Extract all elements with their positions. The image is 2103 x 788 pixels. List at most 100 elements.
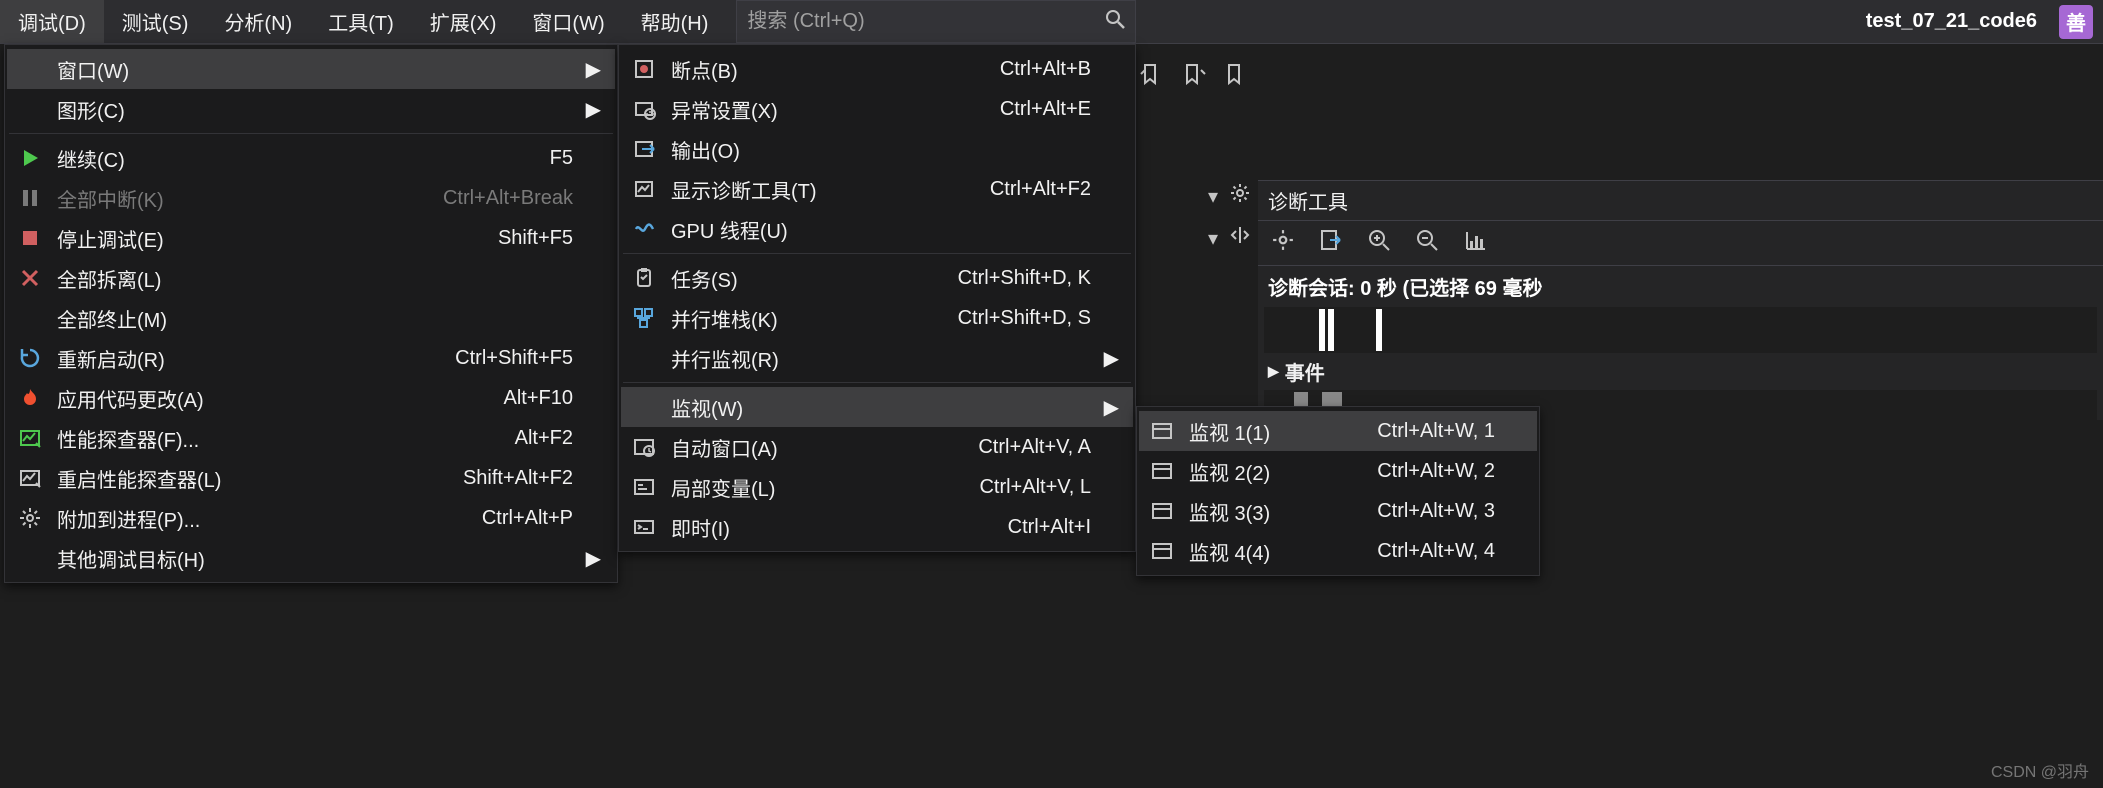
menu-item-shortcut: Ctrl+Alt+B <box>1000 58 1091 81</box>
menu-item-label: 停止调试(E) <box>57 224 164 253</box>
menu-item-label: 性能探查器(F)... <box>57 424 199 453</box>
menu-item-label: 局部变量(L) <box>671 473 775 502</box>
menu-item[interactable]: 重新启动(R) Ctrl+Shift+F5 <box>7 338 615 378</box>
project-name: test_07_21_code6 <box>1854 6 2049 37</box>
chart-icon[interactable] <box>1464 229 1486 257</box>
gear-icon[interactable] <box>1230 183 1250 209</box>
menu-item-label: 并行堆栈(K) <box>671 304 778 333</box>
menu-item[interactable]: 即时(I) Ctrl+Alt+I <box>621 507 1133 547</box>
menu-item[interactable]: 停止调试(E) Shift+F5 <box>7 218 615 258</box>
menu-item-shortcut: Ctrl+Alt+V, A <box>978 436 1091 459</box>
menu-item-label: 自动窗口(A) <box>671 433 778 462</box>
watch-dropdown: 监视 1(1) Ctrl+Alt+W, 1 监视 2(2) Ctrl+Alt+W… <box>1136 406 1540 576</box>
bp-icon <box>627 52 661 86</box>
menu-item-label: 应用代码更改(A) <box>57 384 204 413</box>
menu-item-label: 重启性能探查器(L) <box>57 464 221 493</box>
pause-icon <box>13 181 47 215</box>
menu-item[interactable]: 窗口(W) ▶ <box>7 49 615 89</box>
menu-item-shortcut: Shift+F5 <box>498 227 573 250</box>
menu-item[interactable]: 并行监视(R) ▶ <box>621 338 1133 378</box>
menu-item-shortcut: Ctrl+Alt+E <box>1000 98 1091 121</box>
menu-tools[interactable]: 工具(T) <box>310 0 412 43</box>
menu-item-shortcut: Ctrl+Alt+W, 2 <box>1377 460 1495 483</box>
stop-icon <box>13 221 47 255</box>
search-box[interactable] <box>736 0 1136 43</box>
diagnostics-timeline[interactable] <box>1264 307 2097 353</box>
menu-analyze[interactable]: 分析(N) <box>206 0 310 43</box>
menu-item[interactable]: 监视 4(4) Ctrl+Alt+W, 4 <box>1139 531 1537 571</box>
stack-icon <box>627 301 661 335</box>
chevron-right-icon: ▶ <box>1101 346 1119 371</box>
chevron-right-icon: ▶ <box>583 57 601 82</box>
menu-item-label: 继续(C) <box>57 144 125 173</box>
menu-help[interactable]: 帮助(H) <box>623 0 727 43</box>
play-icon <box>13 141 47 175</box>
perf-icon <box>13 421 47 455</box>
menu-item-shortcut: Ctrl+Alt+I <box>1008 516 1091 539</box>
gear-icon[interactable] <box>1272 229 1294 257</box>
separator <box>623 382 1131 383</box>
chevron-right-icon: ▶ <box>1101 395 1119 420</box>
chevron-down-icon[interactable]: ▾ <box>1208 184 1218 209</box>
menu-item-label: 全部拆离(L) <box>57 264 161 293</box>
menu-item-shortcut: Shift+Alt+F2 <box>463 467 573 490</box>
menu-item[interactable]: 图形(C) ▶ <box>7 89 615 129</box>
menu-item[interactable]: 任务(S) Ctrl+Shift+D, K <box>621 258 1133 298</box>
menu-item-shortcut: Ctrl+Alt+W, 1 <box>1377 420 1495 443</box>
gpu-icon <box>627 212 661 246</box>
search-input[interactable] <box>747 10 1077 33</box>
menu-item[interactable]: 自动窗口(A) Ctrl+Alt+V, A <box>621 427 1133 467</box>
menu-item-shortcut: Ctrl+Alt+V, L <box>979 476 1091 499</box>
menu-item[interactable]: 附加到进程(P)... Ctrl+Alt+P <box>7 498 615 538</box>
menu-test[interactable]: 测试(S) <box>104 0 207 43</box>
menu-item[interactable]: 全部中断(K) Ctrl+Alt+Break <box>7 178 615 218</box>
search-icon[interactable] <box>1105 9 1125 35</box>
menu-window[interactable]: 窗口(W) <box>514 0 622 43</box>
bookmark-icon[interactable] <box>1224 62 1248 86</box>
menu-item-shortcut: Ctrl+Alt+W, 4 <box>1377 540 1495 563</box>
diagnostics-session-text: 诊断会话: 0 秒 (已选择 69 毫秒 <box>1258 266 2103 307</box>
menu-item[interactable]: 监视 1(1) Ctrl+Alt+W, 1 <box>1139 411 1537 451</box>
user-avatar[interactable]: 善 <box>2059 5 2093 39</box>
menu-item-label: 重新启动(R) <box>57 344 165 373</box>
menu-item-label: 图形(C) <box>57 95 125 124</box>
menu-item-label: 全部中断(K) <box>57 184 164 213</box>
menu-debug[interactable]: 调试(D) <box>0 0 104 43</box>
zoom-in-icon[interactable] <box>1368 229 1390 257</box>
auto-icon <box>627 430 661 464</box>
menu-item[interactable]: 监视(W) ▶ <box>621 387 1133 427</box>
split-icon[interactable] <box>1230 225 1250 251</box>
menu-item[interactable]: 应用代码更改(A) Alt+F10 <box>7 378 615 418</box>
menu-item[interactable]: 其他调试目标(H) ▶ <box>7 538 615 578</box>
fire-icon <box>13 381 47 415</box>
menu-item[interactable]: 全部终止(M) <box>7 298 615 338</box>
blank-icon <box>627 341 661 375</box>
export-icon[interactable] <box>1320 229 1342 257</box>
menu-item[interactable]: 继续(C) F5 <box>7 138 615 178</box>
menu-item[interactable]: 监视 3(3) Ctrl+Alt+W, 3 <box>1139 491 1537 531</box>
chevron-down-icon[interactable]: ▾ <box>1208 226 1218 251</box>
menu-item-label: 异常设置(X) <box>671 95 778 124</box>
diagnostics-events-row[interactable]: ▶ 事件 <box>1258 353 2103 390</box>
zoom-out-icon[interactable] <box>1416 229 1438 257</box>
menu-extensions[interactable]: 扩展(X) <box>412 0 515 43</box>
menu-item[interactable]: 性能探查器(F)... Alt+F2 <box>7 418 615 458</box>
blank-icon <box>13 541 47 575</box>
bookmark-prev-icon[interactable] <box>1140 62 1164 86</box>
menu-item[interactable]: 局部变量(L) Ctrl+Alt+V, L <box>621 467 1133 507</box>
menu-item[interactable]: 断点(B) Ctrl+Alt+B <box>621 49 1133 89</box>
bookmark-next-icon[interactable] <box>1182 62 1206 86</box>
watch-icon <box>1145 414 1179 448</box>
out-icon <box>627 132 661 166</box>
menu-item[interactable]: 全部拆离(L) <box>7 258 615 298</box>
menu-item-label: 监视 2(2) <box>1189 457 1270 486</box>
menu-item-shortcut: F5 <box>550 147 573 170</box>
menu-item[interactable]: 异常设置(X) Ctrl+Alt+E <box>621 89 1133 129</box>
menu-item[interactable]: 并行堆栈(K) Ctrl+Shift+D, S <box>621 298 1133 338</box>
menu-item[interactable]: 监视 2(2) Ctrl+Alt+W, 2 <box>1139 451 1537 491</box>
menu-item[interactable]: 输出(O) <box>621 129 1133 169</box>
x-icon <box>13 261 47 295</box>
menu-item[interactable]: 重启性能探查器(L) Shift+Alt+F2 <box>7 458 615 498</box>
menu-item[interactable]: GPU 线程(U) <box>621 209 1133 249</box>
menu-item[interactable]: 显示诊断工具(T) Ctrl+Alt+F2 <box>621 169 1133 209</box>
